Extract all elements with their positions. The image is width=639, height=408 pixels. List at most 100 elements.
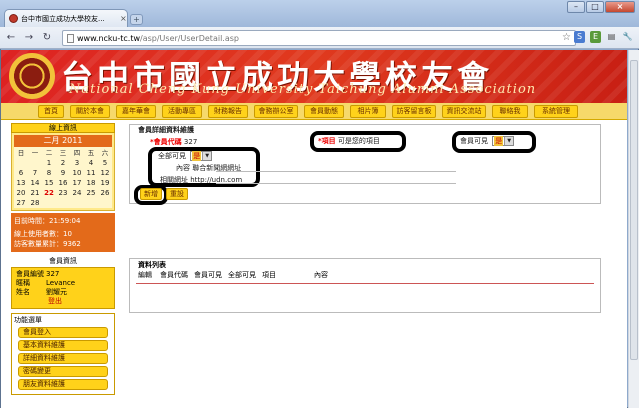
menu-activities[interactable]: 活動專區: [162, 105, 202, 118]
calendar-day[interactable]: 19: [98, 178, 112, 188]
calendar-day[interactable]: 14: [28, 178, 42, 188]
col-all-visible: 全部可見: [228, 271, 256, 279]
func-change-password[interactable]: 密碼變更: [18, 366, 108, 377]
calendar-day: [84, 198, 98, 208]
calendar-weekday: 二: [45, 149, 53, 157]
menu-home[interactable]: 首頁: [38, 105, 64, 118]
menu-contact[interactable]: 聯絡我: [492, 105, 528, 118]
calendar-day[interactable]: 4: [84, 158, 98, 168]
calendar-day[interactable]: 15: [42, 178, 56, 188]
menu-finance[interactable]: 財務報告: [208, 105, 248, 118]
tab-close-icon[interactable]: ×: [120, 14, 127, 23]
calendar-day[interactable]: 21: [28, 188, 42, 198]
wrench-icon[interactable]: 🔧: [622, 31, 633, 43]
menu-members[interactable]: 會員動態: [304, 105, 344, 118]
reload-button[interactable]: ↻: [40, 31, 54, 45]
func-detail-info[interactable]: 詳細資料維護: [18, 353, 108, 364]
calendar-day[interactable]: 20: [14, 188, 28, 198]
calendar-day[interactable]: 28: [28, 198, 42, 208]
calendar-day[interactable]: 13: [14, 178, 28, 188]
calendar-day: [70, 198, 84, 208]
menu-album[interactable]: 相片簿: [350, 105, 386, 118]
site-banner: 台中市國立成功大學校友會 National Cheng Kung Univers…: [1, 50, 627, 103]
func-basic-info[interactable]: 基本資料維護: [18, 340, 108, 351]
func-login[interactable]: 會員登入: [18, 327, 108, 338]
close-window-button[interactable]: ×: [605, 1, 635, 13]
back-button[interactable]: ←: [4, 31, 18, 45]
list-title: 資料列表: [138, 261, 166, 269]
calendar-day[interactable]: 7: [28, 168, 42, 178]
content-label: 內容: [176, 164, 190, 172]
reset-button[interactable]: 重設: [166, 188, 188, 200]
minimize-button[interactable]: –: [567, 1, 585, 13]
extension-e-icon[interactable]: E: [590, 31, 601, 43]
required-note: *項目 可是您的項目: [318, 137, 380, 145]
logout-link[interactable]: 登出: [16, 297, 110, 306]
member-visible-select[interactable]: 是 ▼: [492, 136, 515, 146]
forward-button[interactable]: →: [22, 31, 36, 45]
menu-about[interactable]: 關於本會: [70, 105, 110, 118]
window-controls: – □ ×: [567, 1, 635, 13]
address-bar[interactable]: www.ncku-tc.tw/asp/User/UserDetail.asp ☆: [62, 30, 576, 46]
calendar-day[interactable]: 9: [56, 168, 70, 178]
visitor-count: 訪客數量累計：9362: [14, 240, 81, 248]
calendar-day[interactable]: 27: [14, 198, 28, 208]
tab-title: 台中市國立成功大學校友...: [21, 14, 105, 23]
calendar-day[interactable]: 12: [98, 168, 112, 178]
online-info-heading: 線上資訊: [11, 123, 115, 133]
add-button[interactable]: 新增: [140, 188, 162, 200]
menu-office[interactable]: 會務辦公室: [254, 105, 298, 118]
member-code-label: *會員代碼: [150, 138, 182, 146]
calendar-day[interactable]: 5: [98, 158, 112, 168]
bookmark-star-icon[interactable]: ☆: [562, 32, 571, 43]
func-friends[interactable]: 朋友資料維護: [18, 379, 108, 390]
extension-s-icon[interactable]: S: [574, 31, 585, 43]
calendar-day[interactable]: 11: [84, 168, 98, 178]
vertical-scrollbar[interactable]: [628, 50, 639, 408]
new-tab-button[interactable]: +: [130, 14, 143, 25]
divider: [216, 171, 456, 172]
calendar-weekday: 一: [31, 149, 39, 157]
function-menu-heading: 功能選單: [14, 316, 42, 324]
page-menu-icon[interactable]: ▤: [606, 31, 617, 43]
site-subtitle: National Cheng Kung University Taichung …: [69, 82, 537, 97]
maximize-button[interactable]: □: [586, 1, 604, 13]
calendar-day[interactable]: 24: [70, 188, 84, 198]
calendar-day[interactable]: 18: [84, 178, 98, 188]
calendar-day[interactable]: 22: [42, 188, 56, 198]
calendar-day[interactable]: 25: [84, 188, 98, 198]
member-visible-label: 會員可見: [460, 137, 488, 145]
col-edit: 編輯: [138, 271, 152, 279]
calendar-day[interactable]: 16: [56, 178, 70, 188]
calendar-day[interactable]: 3: [70, 158, 84, 168]
divider: [216, 183, 456, 184]
menu-info[interactable]: 資訊交流站: [442, 105, 486, 118]
calendar-day[interactable]: 2: [56, 158, 70, 168]
browser-tab[interactable]: 台中市國立成功大學校友... ×: [4, 9, 128, 27]
scrollbar-thumb[interactable]: [630, 60, 638, 360]
url-label: 相關網址: [160, 176, 188, 184]
url-text: www.ncku-tc.tw/asp/User/UserDetail.asp: [77, 33, 239, 43]
col-member-code: 會員代碼: [160, 271, 188, 279]
calendar-day[interactable]: 23: [56, 188, 70, 198]
list-header: 編輯 會員代碼 會員可見 全部可見 項目 內容: [138, 270, 328, 280]
all-visible-select[interactable]: 是 ▼: [190, 151, 213, 161]
menu-carnival[interactable]: 嘉年華會: [116, 105, 156, 118]
web-page: 台中市國立成功大學校友會 National Cheng Kung Univers…: [1, 50, 627, 408]
calendar-weekday: 五: [87, 149, 95, 157]
data-list: 資料列表 編輯 會員代碼 會員可見 全部可見 項目 內容: [129, 258, 601, 313]
calendar-day[interactable]: 8: [42, 168, 56, 178]
calendar-day[interactable]: 17: [70, 178, 84, 188]
calendar-day[interactable]: 6: [14, 168, 28, 178]
calendar-day[interactable]: 1: [42, 158, 56, 168]
main-menu: 首頁 關於本會 嘉年華會 活動專區 財務報告 會務辦公室 會員動態 相片簿 訪客…: [1, 103, 627, 120]
menu-guestbook[interactable]: 訪客留言板: [392, 105, 436, 118]
member-visible-row: 會員可見 是 ▼: [460, 136, 515, 146]
menu-admin[interactable]: 系統管理: [534, 105, 578, 118]
calendar-day: [42, 198, 56, 208]
all-visible-label: 全部可見: [158, 152, 186, 160]
calendar-day[interactable]: 10: [70, 168, 84, 178]
member-code-value: 327: [183, 138, 198, 146]
calendar-day[interactable]: 26: [98, 188, 112, 198]
tab-bar: 台中市國立成功大學校友... × + – □ ×: [0, 0, 639, 27]
